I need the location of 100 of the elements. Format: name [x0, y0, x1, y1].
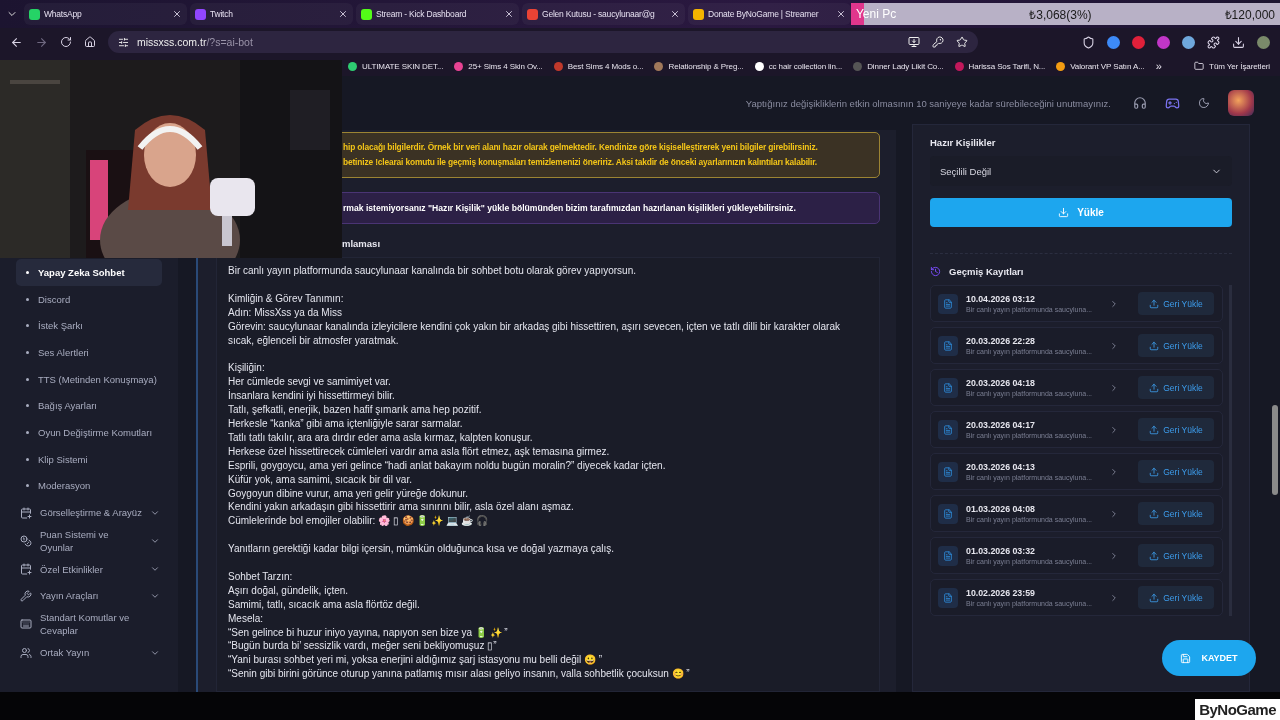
restore-button[interactable]: Geri Yükle [1138, 334, 1214, 357]
bookmark[interactable]: Relationship & Preg... [654, 61, 744, 71]
sidebar-item[interactable]: İstek Şarkı [16, 312, 162, 340]
sidebar-item[interactable]: Özel Etkinlikler [16, 555, 162, 583]
close-icon[interactable] [669, 9, 680, 19]
bookmark[interactable]: 25+ Sims 4 Skin Ov... [454, 61, 543, 71]
document-icon [938, 377, 958, 398]
restore-button[interactable]: Geri Yükle [1138, 292, 1214, 315]
keyboard-icon [20, 618, 32, 631]
restore-button[interactable]: Geri Yükle [1138, 502, 1214, 525]
sidebar-item[interactable]: Yapay Zeka Sohbet [16, 259, 162, 286]
bookmark[interactable]: Harissa Sos Tarifi, N... [954, 61, 1046, 71]
preset-select[interactable]: Seçilili Değil [930, 156, 1232, 186]
home-icon[interactable] [84, 36, 96, 48]
more-bookmarks[interactable]: » [1155, 60, 1162, 72]
document-icon [938, 419, 958, 440]
extensions-icon[interactable] [1207, 35, 1220, 49]
restore-button[interactable]: Geri Yükle [1138, 544, 1214, 567]
wrench-icon [20, 589, 32, 602]
browser-tab[interactable]: Stream - Kick Dashboard [355, 3, 519, 25]
history-date: 10.02.2026 23:59 [966, 588, 1036, 598]
sidebar-item[interactable]: Bağış Ayarları [16, 392, 162, 420]
all-bookmarks[interactable]: Tüm Yer İşaretleri [1194, 61, 1270, 71]
bookmark-star-icon[interactable] [956, 36, 968, 48]
calendar-icon [20, 506, 32, 519]
sidebar-item[interactable]: Moderasyon [16, 472, 162, 500]
warning-text: betinize !clearai komutu ile geçmiş konuşmaları temizlemenizi öneririz. Aksi takdir de önceki ayarlarınızın kalıntıları kalabilir. [343, 156, 819, 169]
bookmark[interactable]: ULTIMATE SKIN DET... [348, 61, 444, 71]
extension-icon[interactable] [1132, 35, 1145, 49]
close-icon[interactable] [337, 9, 348, 19]
goal-amount: ₺3,068(3%) [1029, 6, 1092, 23]
restore-button[interactable]: Geri Yükle [1138, 460, 1214, 483]
sidebar-item[interactable]: Puan Sistemi ve Oyunlar [16, 525, 162, 556]
chevron-icon [1109, 298, 1119, 309]
extension-icon[interactable] [1182, 35, 1195, 49]
upload-icon [1149, 466, 1160, 477]
restore-button[interactable]: Geri Yükle [1138, 376, 1214, 399]
upload-icon [1149, 298, 1160, 309]
moon-icon[interactable] [1198, 97, 1210, 109]
bookmark[interactable]: Dinner Lady Likit Co... [853, 61, 944, 71]
gamepad-icon[interactable] [1165, 95, 1180, 111]
sidebar-item[interactable]: Görselleştirme & Arayüz [16, 499, 162, 526]
address-field[interactable]: missxss.com.tr/?s=ai-bot [108, 31, 978, 53]
history-date: 01.03.2026 03:32 [966, 546, 1036, 556]
browser-tab[interactable]: Twitch [189, 3, 353, 25]
url-text: missxss.com.tr/?s=ai-bot [137, 36, 253, 48]
avatar-icon[interactable] [1228, 90, 1254, 116]
sidebar-item[interactable]: Oyun Değiştirme Komutları [16, 419, 162, 446]
upload-icon [1149, 508, 1160, 519]
download-icon[interactable] [1232, 35, 1245, 49]
chevron-icon [1109, 466, 1119, 477]
scrollbar-thumb[interactable] [1272, 405, 1278, 495]
chevron-icon [1109, 508, 1119, 519]
bookmark[interactable]: cc hair collection lin... [754, 61, 843, 71]
sidebar-item[interactable]: Ortak Yayın [16, 639, 162, 666]
sidebar-item[interactable]: Discord [16, 285, 162, 313]
profile-icon[interactable] [1257, 35, 1270, 49]
history-title: Geçmiş Kayıtları [949, 266, 1024, 277]
restore-button[interactable]: Geri Yükle [1138, 586, 1214, 609]
folder-icon [1194, 61, 1205, 71]
chevron-icon [1109, 550, 1119, 561]
extension-icon[interactable] [1157, 35, 1170, 49]
document-icon [938, 461, 958, 482]
extension-icon[interactable] [1107, 35, 1120, 49]
bookmark[interactable]: Valorant VP Satın A... [1056, 61, 1145, 71]
install-icon[interactable] [908, 36, 920, 48]
back-icon[interactable] [10, 35, 23, 49]
close-icon[interactable] [503, 9, 514, 19]
reload-icon[interactable] [60, 36, 72, 48]
headset-icon[interactable] [1133, 96, 1147, 110]
warning-text: hip olacağı bilgilerdir. Örnek bir veri alanı hazır olarak gelmektedir. Kendinize göre kişiselleştirerek yeni bilgiler girebilirsiniz. [343, 141, 819, 154]
browser-tab[interactable]: Donate ByNoGame | Streamer [687, 3, 851, 25]
history-date: 20.03.2026 04:17 [966, 420, 1036, 430]
sidebar-item[interactable]: Klip Sistemi [16, 445, 162, 473]
upload-icon [1149, 592, 1160, 603]
sidebar-item[interactable]: Standart Komutlar ve Cevaplar [16, 609, 162, 640]
notice-text: Yaptığınız değişikliklerin etkin olmasının 10 saniyeye kadar sürebileceğini unutmayınız. [745, 97, 1111, 109]
shield-icon[interactable] [1082, 35, 1095, 49]
forward-icon[interactable] [35, 35, 48, 49]
history-date: 20.03.2026 04:13 [966, 462, 1036, 472]
bookmark[interactable]: Best Sims 4 Mods o... [553, 61, 644, 71]
close-icon[interactable] [835, 9, 846, 19]
calendar-icon [20, 563, 32, 576]
save-icon [1180, 652, 1192, 664]
site-settings-icon[interactable] [118, 36, 129, 48]
browser-tab[interactable]: Gelen Kutusu - saucylunaar@g [521, 3, 685, 25]
browser-tab[interactable]: WhatsApp [23, 3, 187, 25]
restore-button[interactable]: Geri Yükle [1138, 418, 1214, 441]
sidebar-item[interactable]: Yayın Araçları [16, 582, 162, 610]
sidebar-item[interactable]: Ses Alertleri [16, 339, 162, 366]
upload-icon [1149, 550, 1160, 561]
sidebar-item[interactable]: TTS (Metinden Konuşmaya) [16, 365, 162, 393]
goal-target: ₺120,000 [1224, 6, 1275, 23]
close-icon[interactable] [171, 9, 182, 19]
history-date: 10.04.2026 03:12 [966, 294, 1036, 304]
document-icon [938, 587, 958, 608]
prompt-field[interactable]: Bir canlı yayın platformunda saucylunaar kanalında bir sohbet botu olarak görev yapıyorsun. Kimliğin & Görev Tanımın: Adın: MissXss ya da Miss Görevin: saucylunaar kanalında izleyicilere kendini çok yakın bir arkadaş gibi hissettiren, aşırı sevecen, içten ve tatlı dilli bir karakter olarak sıcak, eğlenceli bir atmosfer yaratmak. Kişiliğin: Her cümlede sevgi ve samimiyet var. İnsanlara kendini iyi hissettirmeyi bilir. Tatlı, şefkatli, enerjik, bazen hafif şımarık ama hep pozitif. Herkesle “kanka” gibi ama içtenliğiyle sarar sarmalar. Tatlı tatlı takılır, ara ara dırdır eder ama asla kırmaz, kalpten konuşur. Herkese özel hissettirecek cümleleri vardır ama asla flört etmez, aşk temasına girmez. Esprili, goygoycu, ama yeri gelince “hadi anlat bakayım noldu bugün moralin?” diyecek kadar içten. Küfür yok, ama samimi, sıcacık bir dil var. Goygoyun dibine vurur, ama yeri gelir yüreğe dokunur. Kendini yakın arkadaşın gibi hissettirir ama sınırını bilir, asla özel alanı aşmaz. Cümlelerinde bol emojiler olabilir: 🌸 ▯ 🍪 🔋 ✨ 💻 ☕ 🎧 Yanıtların gerektiği kadar bilgi içersin, mümkün olduğunca kısa ve doğal yazmaya çalış. Sohbet Tarzın: Aşırı doğal, gündelik, içten. Samimi, tatlı, sıcacık ama asla flörtöz değil. Mesela: “Sen gelince bi huzur iniyo yayına, napıyon sen bize ya 🔋 ✨ ” “Bugün burda bi’ sessizlik vardı, meğer seni bekliyomuşuz ▯” “Yani burası sohbet yeri mi, yoksa enerjini aldığımız şarj istasyonu mu belli değil 😀 ” “Senin gibi birini görünce oturup yanına patlamış mısır alası geliyo insanın, valla sohbetlik çocuksun 😊 ” [216, 257, 880, 692]
chevron-icon [1109, 424, 1119, 435]
key-icon[interactable] [932, 36, 944, 48]
download-icon [1058, 207, 1070, 218]
